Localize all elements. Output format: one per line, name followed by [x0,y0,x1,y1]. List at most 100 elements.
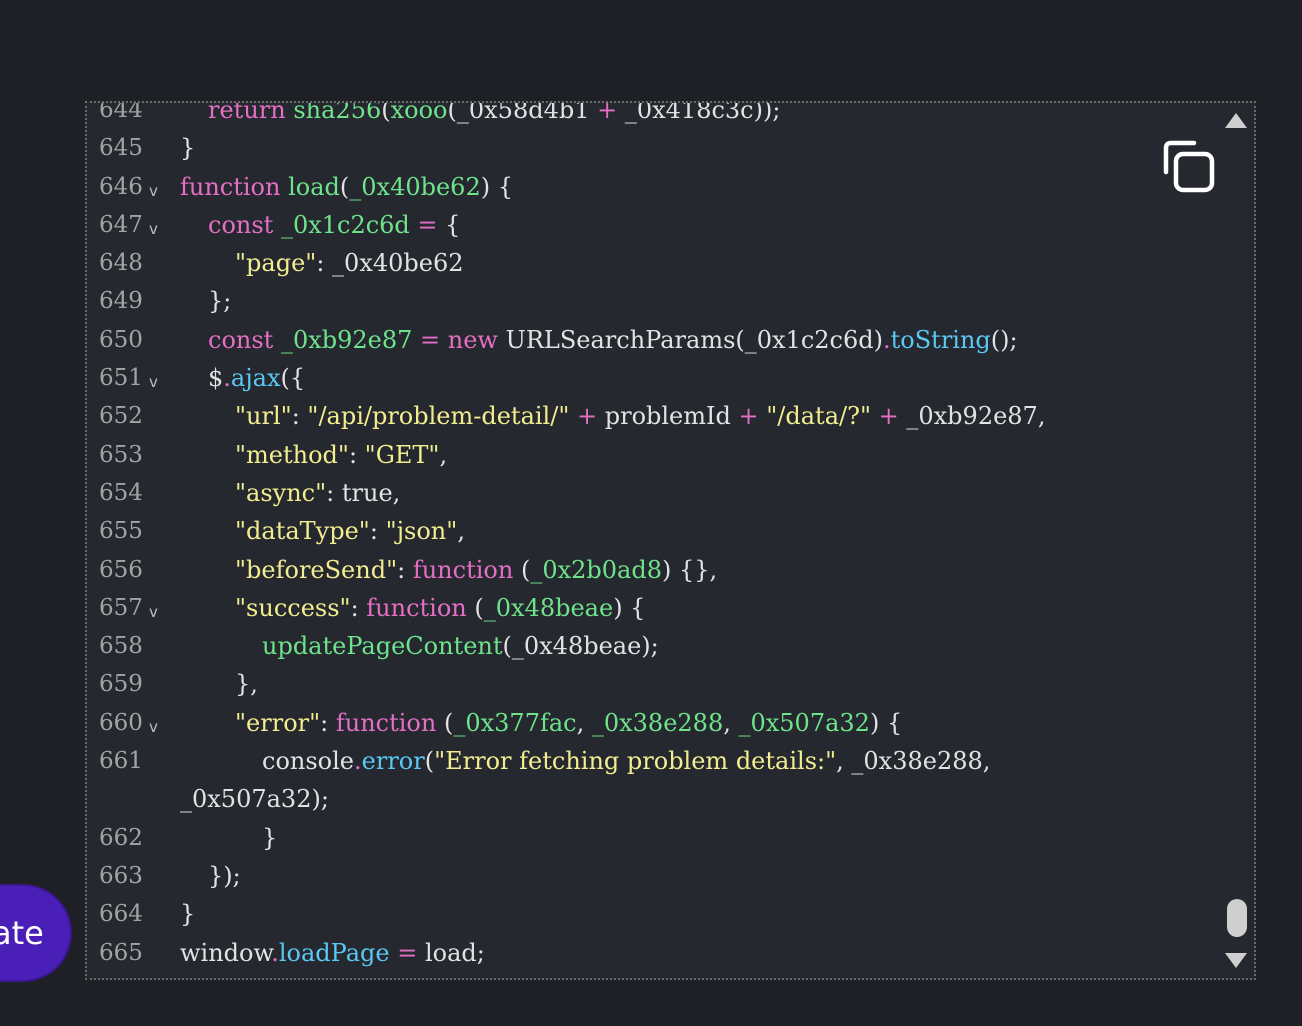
code-content: "success": function (_0x48beae) { [180,589,1218,627]
code-line: 650 const _0xb92e87 = new URLSearchParams… [87,321,1218,359]
code-editor[interactable]: 644 return sha256(xooo(_0x58d4b1 + _0x418… [85,101,1256,980]
code-token: . [223,364,231,393]
code-token: (); [990,325,1018,354]
line-number: 654 [99,479,143,506]
code-token: _0x377fac [453,708,577,737]
floating-action-button[interactable]: ate [0,886,70,980]
code-token: _0x507a32); [180,785,329,814]
code-token: _0x1c2c6d [280,210,410,239]
code-token: , [457,517,465,546]
copy-button[interactable] [1160,138,1218,196]
code-line: 652 "url": "/api/problem-detail/" + probl… [87,397,1218,435]
code-line: 647 v const _0x1c2c6d = { [87,206,1218,244]
code-token: load; [424,938,485,967]
code-token: return [208,103,294,124]
code-viewport[interactable]: 644 return sha256(xooo(_0x58d4b1 + _0x418… [87,103,1218,978]
code-line: 658 updatePageContent(_0x48beae); [87,627,1218,665]
code-content: } [180,129,1218,167]
code-line: 646 v function load(_0x40be62) { [87,168,1218,206]
code-token: console [262,747,354,776]
code-token: function [335,708,444,737]
code-token: sha256 [293,103,382,124]
code-token: window [180,938,272,967]
code-token: + [597,103,618,124]
code-token: "dataType" [235,517,370,546]
code-token: "Error fetching problem details:" [434,747,837,776]
scroll-up-arrow-icon[interactable] [1225,113,1247,128]
code-line: 662} [87,819,1218,857]
code-content: return sha256(xooo(_0x58d4b1 + _0x418c3c… [180,103,1218,129]
fold-chevron-icon[interactable]: v [149,363,158,401]
code-token: toString [890,325,991,354]
code-token: + [730,402,767,431]
code-line: 659}, [87,665,1218,703]
line-number: 653 [99,441,143,468]
code-content: const _0xb92e87 = new URLSearchParams(_0… [180,321,1218,359]
code-token: . [883,325,891,354]
code-token: = [412,325,448,354]
line-number: 651 [99,365,143,392]
line-number: 650 [99,326,143,353]
code-token: = [409,210,446,239]
fold-chevron-icon[interactable]: v [149,593,158,631]
code-content: }); [180,857,1218,895]
code-token: , [723,708,739,737]
code-token: ajax [230,364,281,393]
fab-label: ate [0,914,44,952]
vertical-scrollbar[interactable] [1220,103,1254,978]
line-number: 647 [99,211,143,238]
code-token: } [180,900,196,929]
code-line: 665 window.loadPage = load; [87,934,1218,972]
scroll-thumb[interactable] [1227,899,1247,937]
code-token: "url" [235,402,292,431]
fold-chevron-icon[interactable]: v [149,708,158,746]
code-token: (_0x58d4b1 [447,103,598,124]
code-content: "url": "/api/problem-detail/" + problemI… [180,397,1218,435]
code-token: ) { [613,593,646,622]
code-line: 651 v $.ajax({ [87,359,1218,397]
code-token: , _0x38e288, [836,747,991,776]
code-content: $.ajax({ [180,359,1218,397]
code-content: console.error("Error fetching problem de… [180,742,1218,819]
code-token: "GET" [364,440,440,469]
code-content: updatePageContent(_0x48beae); [180,627,1218,665]
code-token: _0x38e288 [591,708,724,737]
code-token: : [350,593,367,622]
code-token: loadPage [278,938,390,967]
code-token: URLSearchParams(_0x1c2c6d) [505,325,883,354]
code-token: ( [424,747,435,776]
code-token: _0xb92e87 [280,325,413,354]
code-token: "beforeSend" [235,555,398,584]
code-token: "method" [235,440,349,469]
code-content: "async": true, [180,474,1218,512]
line-number: 644 [99,103,143,123]
code-token: $ [208,364,224,393]
line-number: 662 [99,824,143,851]
fold-chevron-icon[interactable]: v [149,210,158,248]
code-token: }, [235,670,258,699]
line-number: 657 [99,594,143,621]
code-token: function [180,172,289,201]
code-token: . [354,747,362,776]
code-line: 655 "dataType": "json", [87,512,1218,550]
code-token: xooo [390,103,448,124]
code-token: { [445,210,461,239]
scroll-down-arrow-icon[interactable] [1225,953,1247,968]
code-token: const [208,325,281,354]
code-line: 664} [87,895,1218,933]
code-token: updatePageContent [262,632,503,661]
code-token: "json" [385,517,458,546]
code-token: : [291,402,308,431]
code-token: "/api/problem-detail/" [307,402,570,431]
fold-chevron-icon[interactable]: v [149,172,158,210]
code-token: . [271,938,279,967]
code-token: ) {}, [661,555,718,584]
code-token: ( [339,172,350,201]
code-token: "/data/?" [766,402,871,431]
code-content: "error": function (_0x377fac, _0x38e288,… [180,704,1218,742]
line-number: 661 [99,748,143,775]
code-line: 656 "beforeSend": function (_0x2b0ad8) {}… [87,551,1218,589]
line-number: 655 [99,518,143,545]
code-content: const _0x1c2c6d = { [180,206,1218,244]
line-number: 660 [99,709,143,736]
